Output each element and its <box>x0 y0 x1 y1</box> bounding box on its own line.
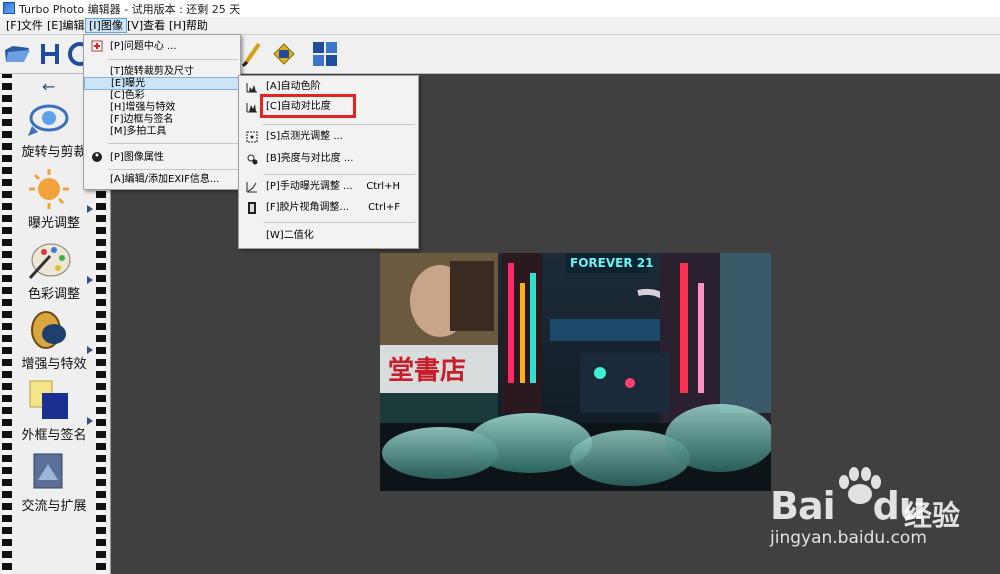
open-folder-icon[interactable] <box>3 40 31 68</box>
menu-edit[interactable]: [E]编辑 <box>44 18 88 33</box>
back-arrow-icon[interactable]: ← <box>42 79 55 95</box>
menu-separator <box>108 143 238 144</box>
enhance-lens-icon <box>31 311 66 349</box>
sidebar-item-enhance[interactable]: 增强与特效 <box>12 308 96 376</box>
watermark-brand: Bai du <box>770 484 926 528</box>
menu-item-multishot[interactable]: [M]多拍工具 <box>84 125 240 138</box>
color-palette-icon <box>28 243 71 280</box>
label-tool-icon[interactable] <box>270 40 298 68</box>
sidebar-item-label: 曝光调整 <box>27 216 80 231</box>
expand-arrow-icon[interactable] <box>87 417 93 425</box>
menu-separator <box>263 222 415 223</box>
sidebar-item-label: 外框与签名 <box>21 428 87 443</box>
exposure-sun-icon <box>29 169 69 209</box>
menu-bar: [F]文件 [E]编辑 [I]图像 [V]查看 [H]帮助 <box>0 17 1000 35</box>
menu-separator <box>263 124 415 125</box>
expand-arrow-icon[interactable] <box>87 346 93 354</box>
sidebar-item-share[interactable]: 交流与扩展 <box>12 450 96 518</box>
window-title: Turbo Photo 编辑器 - 试用版本 : 还剩 25 天 <box>19 3 241 16</box>
sidebar-item-label: 色彩调整 <box>27 287 80 302</box>
menu-item-exif[interactable]: [A]编辑/添加EXIF信息... <box>84 173 240 186</box>
sidebar-item-label: 交流与扩展 <box>21 499 87 514</box>
menu-file[interactable]: [F]文件 <box>3 18 46 33</box>
expand-arrow-icon[interactable] <box>87 205 93 213</box>
menu-item-help-center[interactable]: [P]问题中心 ... <box>84 40 240 53</box>
shortcut-label: Ctrl+H <box>366 181 400 192</box>
menu-image[interactable]: [I]图像 <box>85 18 127 33</box>
frame-signature-icon <box>29 380 68 419</box>
sidebar-item-label: 增强与特效 <box>21 357 87 372</box>
sidebar-item-color[interactable]: 色彩调整 <box>12 238 96 306</box>
film-strip-left <box>2 74 12 574</box>
submenu-item-brightness-contrast[interactable]: [B]亮度与对比度 ... <box>239 150 418 168</box>
storefront-sign-text: FOREVER 21 <box>570 256 653 270</box>
shop-sign-text: 堂書店 <box>388 356 466 386</box>
submenu-item-manual-exposure[interactable]: [P]手动曝光调整 ... Ctrl+H <box>239 178 418 196</box>
night-street-photo: 堂書店 FOREVER 21 <box>380 253 771 491</box>
multi-window-icon[interactable] <box>311 40 339 68</box>
pen-tool-icon[interactable] <box>237 40 265 68</box>
app-icon <box>3 2 15 14</box>
submenu-item-binarize[interactable]: [W]二值化 <box>239 227 418 245</box>
rotate-crop-icon <box>28 104 69 136</box>
title-bar: Turbo Photo 编辑器 - 试用版本 : 还剩 25 天 <box>0 0 1000 18</box>
shortcut-label: Ctrl+F <box>368 202 400 213</box>
watermark-url: jingyan.baidu.com <box>770 528 927 548</box>
menu-view[interactable]: [V]查看 <box>124 18 168 33</box>
image-menu: [P]问题中心 ... [T]旋转裁剪及尺寸 [E]曝光 [C]色彩 [H]增强… <box>83 34 241 190</box>
menu-separator <box>108 59 238 60</box>
photo-preview[interactable]: 堂書店 FOREVER 21 <box>380 253 771 491</box>
menu-item-image-properties[interactable]: [P]图像属性 <box>84 151 240 164</box>
submenu-item-film-angle[interactable]: [F]胶片视角调整... Ctrl+F <box>239 199 418 217</box>
expand-arrow-icon[interactable] <box>87 276 93 284</box>
sidebar-item-frame[interactable]: 外框与签名 <box>12 379 96 447</box>
share-extend-icon <box>33 453 63 489</box>
callout-highlight-box <box>260 94 356 118</box>
baidu-watermark: Bai du 经验 jingyan.baidu.com <box>766 466 996 566</box>
menu-separator <box>108 169 238 170</box>
save-icon[interactable] <box>37 40 65 68</box>
menu-help[interactable]: [H]帮助 <box>166 18 211 33</box>
menu-separator <box>263 174 415 175</box>
submenu-item-spot-metering[interactable]: [S]点测光调整 ... <box>239 128 418 146</box>
